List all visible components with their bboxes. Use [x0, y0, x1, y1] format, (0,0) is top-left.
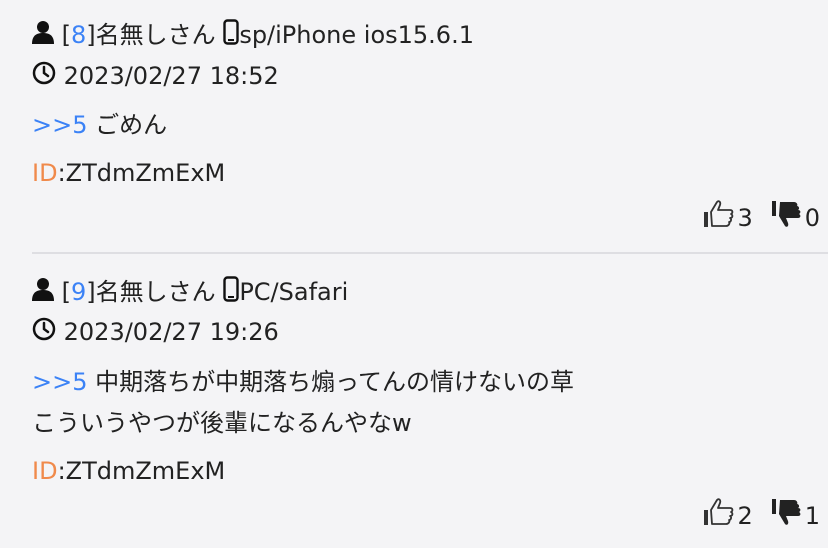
vote-controls: 3 0	[703, 199, 820, 237]
post-number[interactable]: 8	[71, 21, 86, 49]
post-datetime-row: 2023/02/27 19:26	[32, 316, 279, 349]
clock-icon	[32, 317, 56, 349]
poster-name: 名無しさん	[95, 278, 216, 306]
vote-controls: 2 1	[703, 497, 820, 535]
dislike-button[interactable]: 1	[771, 497, 820, 535]
post-id: ID:ZTdmZmExM	[32, 157, 225, 189]
post-datetime-row: 2023/02/27 18:52	[32, 60, 279, 93]
like-count: 2	[737, 502, 753, 530]
id-label[interactable]: ID	[32, 159, 58, 187]
id-value: :ZTdmZmExM	[57, 159, 226, 187]
user-icon	[32, 20, 54, 52]
post-datetime: 2023/02/27 18:52	[63, 62, 279, 90]
like-button[interactable]: 2	[703, 497, 753, 535]
post-body-line: ごめん	[95, 111, 168, 139]
thumbs-up-icon	[703, 199, 735, 237]
post-body: >>5 中期落ちが中期落ち煽ってんの情けないの草	[32, 366, 574, 398]
dislike-count: 0	[804, 204, 820, 232]
dislike-count: 1	[804, 502, 820, 530]
reply-anchor[interactable]: >>5	[32, 368, 88, 396]
post-header: [9]名無しさん PC/Safari	[32, 276, 348, 310]
thumbs-down-icon	[771, 199, 803, 237]
clock-icon	[32, 61, 56, 93]
post-body-line: こういうやつが後輩になるんやなw	[32, 409, 412, 437]
post-body: >>5 ごめん	[32, 109, 167, 141]
post-id: ID:ZTdmZmExM	[32, 455, 225, 487]
id-value: :ZTdmZmExM	[57, 457, 226, 485]
phone-icon	[223, 19, 240, 53]
thumbs-up-icon	[703, 497, 735, 535]
post-header: [8]名無しさん sp/iPhone ios15.6.1	[32, 19, 474, 53]
device-info: PC/Safari	[239, 278, 349, 306]
post-datetime: 2023/02/27 19:26	[63, 318, 279, 346]
phone-icon	[223, 276, 240, 310]
poster-name: 名無しさん	[95, 21, 216, 49]
post-number[interactable]: 9	[71, 278, 86, 306]
thumbs-down-icon	[771, 497, 803, 535]
reply-anchor[interactable]: >>5	[32, 111, 88, 139]
dislike-button[interactable]: 0	[771, 199, 820, 237]
post-body-line-2: こういうやつが後輩になるんやなw	[32, 407, 412, 439]
post-item: [9]名無しさん PC/Safari 2023/02/27 19:26 >>5 …	[0, 254, 828, 548]
user-icon	[32, 277, 54, 309]
like-count: 3	[737, 204, 753, 232]
post-item: [8]名無しさん sp/iPhone ios15.6.1 2023/02/27 …	[0, 0, 828, 254]
id-label[interactable]: ID	[32, 457, 58, 485]
like-button[interactable]: 3	[703, 199, 753, 237]
device-info: sp/iPhone ios15.6.1	[239, 21, 474, 49]
post-body-line: 中期落ちが中期落ち煽ってんの情けないの草	[95, 368, 574, 396]
